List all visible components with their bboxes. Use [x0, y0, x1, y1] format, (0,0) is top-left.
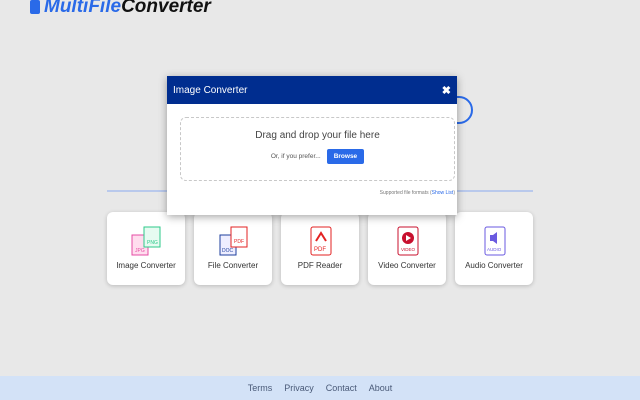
- pdf-icon: PDF: [310, 226, 332, 256]
- drop-zone[interactable]: Drag and drop your file here Or, if you …: [180, 117, 455, 181]
- card-image-converter[interactable]: JPG PNG Image Converter: [107, 212, 185, 285]
- image-converter-modal: Image Converter ✖ Drag and drop your fil…: [167, 76, 457, 215]
- svg-text:JPG: JPG: [135, 248, 145, 254]
- svg-text:PDF: PDF: [314, 247, 326, 253]
- svg-text:PNG: PNG: [147, 240, 158, 246]
- card-file-converter[interactable]: DOC PDF File Converter: [194, 212, 272, 285]
- supported-label: Supported file formats (: [379, 190, 432, 196]
- close-icon[interactable]: ✖: [442, 84, 451, 97]
- modal-header: Image Converter ✖: [167, 76, 457, 104]
- logo[interactable]: MultiFile Converter: [30, 0, 211, 18]
- card-label: Video Converter: [378, 261, 436, 270]
- svg-text:PDF: PDF: [234, 239, 244, 245]
- card-audio-converter[interactable]: AUDIO Audio Converter: [455, 212, 533, 285]
- card-label: File Converter: [207, 261, 259, 270]
- show-list-link[interactable]: Show List: [432, 190, 454, 196]
- logo-icon: [30, 0, 40, 14]
- card-label: Audio Converter: [465, 261, 523, 270]
- card-label: Image Converter: [116, 261, 176, 270]
- svg-text:AUDIO: AUDIO: [487, 247, 502, 252]
- card-label: PDF Reader: [297, 261, 343, 270]
- footer-link-privacy[interactable]: Privacy: [284, 383, 314, 393]
- video-icon: VIDEO: [397, 226, 419, 256]
- logo-text-part1: MultiFile: [44, 0, 122, 17]
- supported-formats: Supported file formats (Show List): [380, 190, 455, 196]
- footer: Terms Privacy Contact About: [0, 376, 640, 400]
- footer-link-about[interactable]: About: [369, 383, 393, 393]
- svg-text:DOC: DOC: [222, 248, 234, 254]
- browse-button[interactable]: Browse: [326, 149, 365, 164]
- footer-link-contact[interactable]: Contact: [326, 383, 357, 393]
- supported-end: ): [453, 190, 455, 196]
- card-video-converter[interactable]: VIDEO Video Converter: [368, 212, 446, 285]
- prefer-text: Or, if you prefer...: [270, 153, 321, 160]
- audio-icon: AUDIO: [484, 226, 506, 256]
- logo-text-part2: Converter: [121, 0, 211, 17]
- doc-to-pdf-icon: DOCPDF: [219, 226, 248, 256]
- footer-link-terms[interactable]: Terms: [248, 383, 273, 393]
- svg-text:VIDEO: VIDEO: [401, 247, 416, 252]
- image-file-icon: JPGPNG: [131, 226, 161, 256]
- drop-text: Drag and drop your file here: [255, 130, 380, 141]
- card-pdf-reader[interactable]: PDF PDF Reader: [281, 212, 359, 285]
- modal-title: Image Converter: [173, 84, 248, 96]
